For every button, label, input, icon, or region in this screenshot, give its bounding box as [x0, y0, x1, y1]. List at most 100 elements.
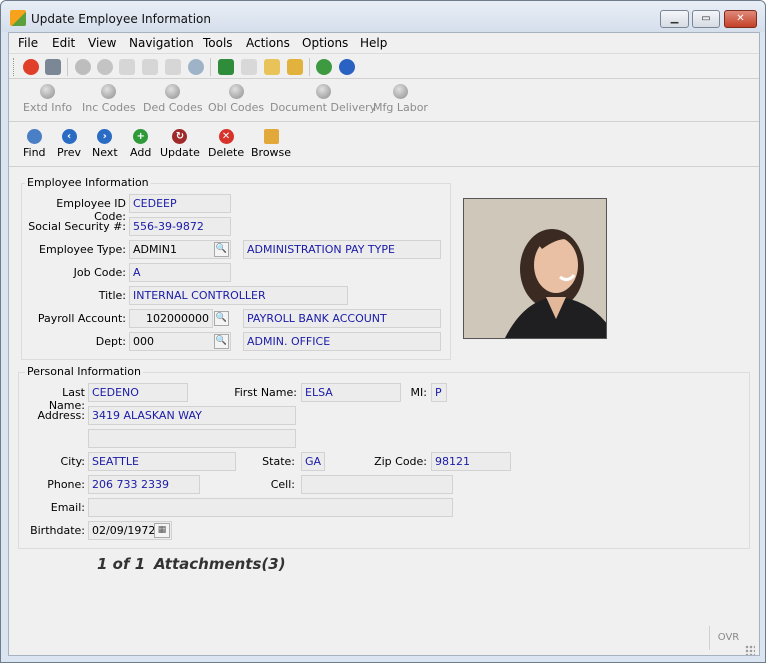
update-button[interactable]: ↻ Update	[160, 129, 200, 159]
dept-label: Dept:	[95, 335, 126, 348]
mfg-labor-button[interactable]: Mfg Labor	[373, 84, 428, 114]
lookup-icon[interactable]: 🔍	[214, 311, 229, 326]
browse-label: Browse	[251, 146, 292, 159]
employee-type-label: Employee Type:	[39, 243, 126, 256]
window-title: Update Employee Information	[31, 12, 211, 26]
extd-info-button[interactable]: Extd Info	[23, 84, 72, 114]
document-delivery-label: Document Delivery	[270, 101, 377, 114]
address-line1-field[interactable]: 3419 ALASKAN WAY	[88, 406, 296, 425]
lookup-icon[interactable]: 🔍	[214, 334, 229, 349]
help-icon[interactable]	[339, 59, 355, 75]
resize-grip[interactable]	[745, 645, 755, 655]
power-icon[interactable]	[23, 59, 39, 75]
find-button[interactable]: Find	[23, 129, 46, 159]
inc-codes-button[interactable]: Inc Codes	[82, 84, 136, 114]
checkmark-icon[interactable]	[75, 59, 91, 75]
last-name-field[interactable]: CEDENO	[88, 383, 188, 402]
ssn-field[interactable]: 556-39-9872	[129, 217, 231, 236]
first-name-field[interactable]: ELSA	[301, 383, 401, 402]
update-label: Update	[160, 146, 200, 159]
browse-button[interactable]: Browse	[251, 129, 291, 159]
maximize-button[interactable]: ▭	[692, 10, 720, 28]
obl-codes-button[interactable]: Obl Codes	[208, 84, 264, 114]
employee-id-field[interactable]: CEDEEP	[129, 194, 231, 213]
phone-field[interactable]: 206 733 2339	[88, 475, 200, 494]
title-field[interactable]: INTERNAL CONTROLLER	[129, 286, 348, 305]
title-bar: Update Employee Information ▁ ▭ ✕	[1, 1, 765, 32]
calendar-icon[interactable]: ▦	[154, 523, 170, 538]
select-all-icon[interactable]	[165, 59, 181, 75]
attachment-icon[interactable]	[241, 59, 257, 75]
menu-actions[interactable]: Actions	[246, 36, 290, 50]
city-field[interactable]: SEATTLE	[88, 452, 236, 471]
personal-info-title: Personal Information	[25, 365, 143, 378]
state-field[interactable]: GA	[301, 452, 325, 471]
menu-help[interactable]: Help	[360, 36, 387, 50]
attachments-link[interactable]: Attachments(3)	[154, 555, 286, 573]
email-field[interactable]	[88, 498, 453, 517]
menu-navigation[interactable]: Navigation	[129, 36, 194, 50]
prev-button[interactable]: ‹ Prev	[57, 129, 81, 159]
document-edit-icon[interactable]	[264, 59, 280, 75]
menu-bar: File Edit View Navigation Tools Actions …	[9, 33, 759, 53]
payroll-account-desc: PAYROLL BANK ACCOUNT	[243, 309, 441, 328]
dept-desc: ADMIN. OFFICE	[243, 332, 441, 351]
add-label: Add	[130, 146, 152, 159]
cell-field[interactable]	[301, 475, 453, 494]
title-label: Title:	[98, 289, 126, 302]
employee-photo	[463, 198, 607, 339]
lookup-icon[interactable]: 🔍	[214, 242, 229, 257]
menu-edit[interactable]: Edit	[52, 36, 75, 50]
gear-icon	[101, 84, 117, 99]
clipboard-icon[interactable]	[287, 59, 303, 75]
print-icon[interactable]	[45, 59, 61, 75]
delete-icon: ✕	[218, 129, 234, 144]
magnifier-icon	[26, 129, 42, 144]
mi-field[interactable]: P	[431, 383, 447, 402]
job-code-label: Job Code:	[73, 266, 126, 279]
plus-icon	[392, 84, 408, 99]
arrow-left-icon: ‹	[61, 129, 77, 144]
employee-photo-image	[464, 199, 606, 338]
employee-info-title: Employee Information	[25, 176, 151, 189]
status-overwrite-indicator: OVR	[709, 626, 747, 650]
arrow-right-icon: ›	[97, 129, 113, 144]
add-button[interactable]: + Add	[130, 129, 151, 159]
zip-code-label: Zip Code:	[374, 455, 427, 468]
address-line2-field[interactable]	[88, 429, 296, 448]
icon-toolbar	[9, 53, 759, 79]
toolbar-grip[interactable]	[13, 58, 16, 76]
next-label: Next	[92, 146, 118, 159]
birthdate-label: Birthdate:	[30, 524, 85, 537]
chart-icon[interactable]	[316, 59, 332, 75]
state-label: State:	[262, 455, 295, 468]
copy-icon[interactable]	[119, 59, 135, 75]
minimize-button[interactable]: ▁	[660, 10, 689, 28]
cancel-icon[interactable]	[97, 59, 113, 75]
delete-label: Delete	[208, 146, 245, 159]
mfg-labor-label: Mfg Labor	[373, 101, 428, 114]
delete-button[interactable]: ✕ Delete	[208, 129, 244, 159]
job-code-field[interactable]: A	[129, 263, 231, 282]
menu-options[interactable]: Options	[302, 36, 348, 50]
plus-icon: +	[133, 129, 149, 144]
menu-tools[interactable]: Tools	[203, 36, 233, 50]
prev-label: Prev	[57, 146, 81, 159]
menu-file[interactable]: File	[18, 36, 38, 50]
next-button[interactable]: › Next	[92, 129, 118, 159]
zoom-icon[interactable]	[188, 59, 204, 75]
ssn-label: Social Security #:	[28, 220, 126, 233]
ded-codes-label: Ded Codes	[143, 101, 203, 114]
close-button[interactable]: ✕	[724, 10, 757, 28]
ded-codes-button[interactable]: Ded Codes	[143, 84, 203, 114]
document-delivery-button[interactable]: Document Delivery	[270, 84, 376, 114]
refresh-icon: ↻	[172, 129, 188, 144]
spreadsheet-icon[interactable]	[218, 59, 234, 75]
app-window: Update Employee Information ▁ ▭ ✕ File E…	[0, 0, 766, 663]
payroll-account-field[interactable]: 102000000	[129, 309, 213, 328]
zip-code-field[interactable]: 98121	[431, 452, 511, 471]
toolbar-separator	[67, 58, 68, 76]
find-label: Find	[23, 146, 46, 159]
paste-icon[interactable]	[142, 59, 158, 75]
menu-view[interactable]: View	[88, 36, 116, 50]
